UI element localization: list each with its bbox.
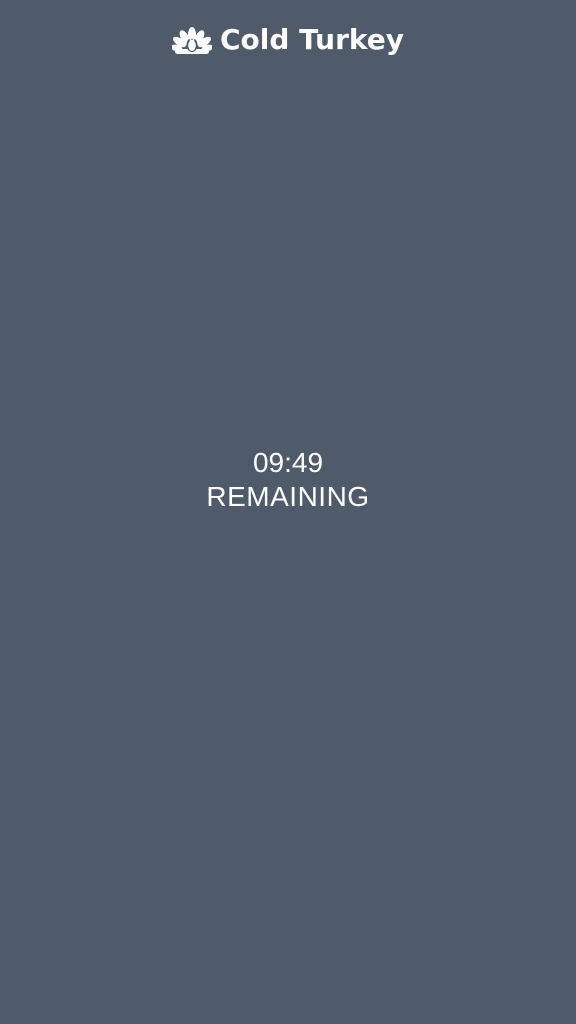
app-header: Cold Turkey bbox=[0, 18, 576, 62]
countdown-timer: 09:49 REMAINING bbox=[0, 446, 576, 514]
remaining-time: 09:49 bbox=[252, 447, 324, 478]
turkey-icon bbox=[171, 27, 212, 54]
app-title: Cold Turkey bbox=[219, 23, 405, 56]
remaining-label: REMAINING bbox=[206, 481, 370, 512]
